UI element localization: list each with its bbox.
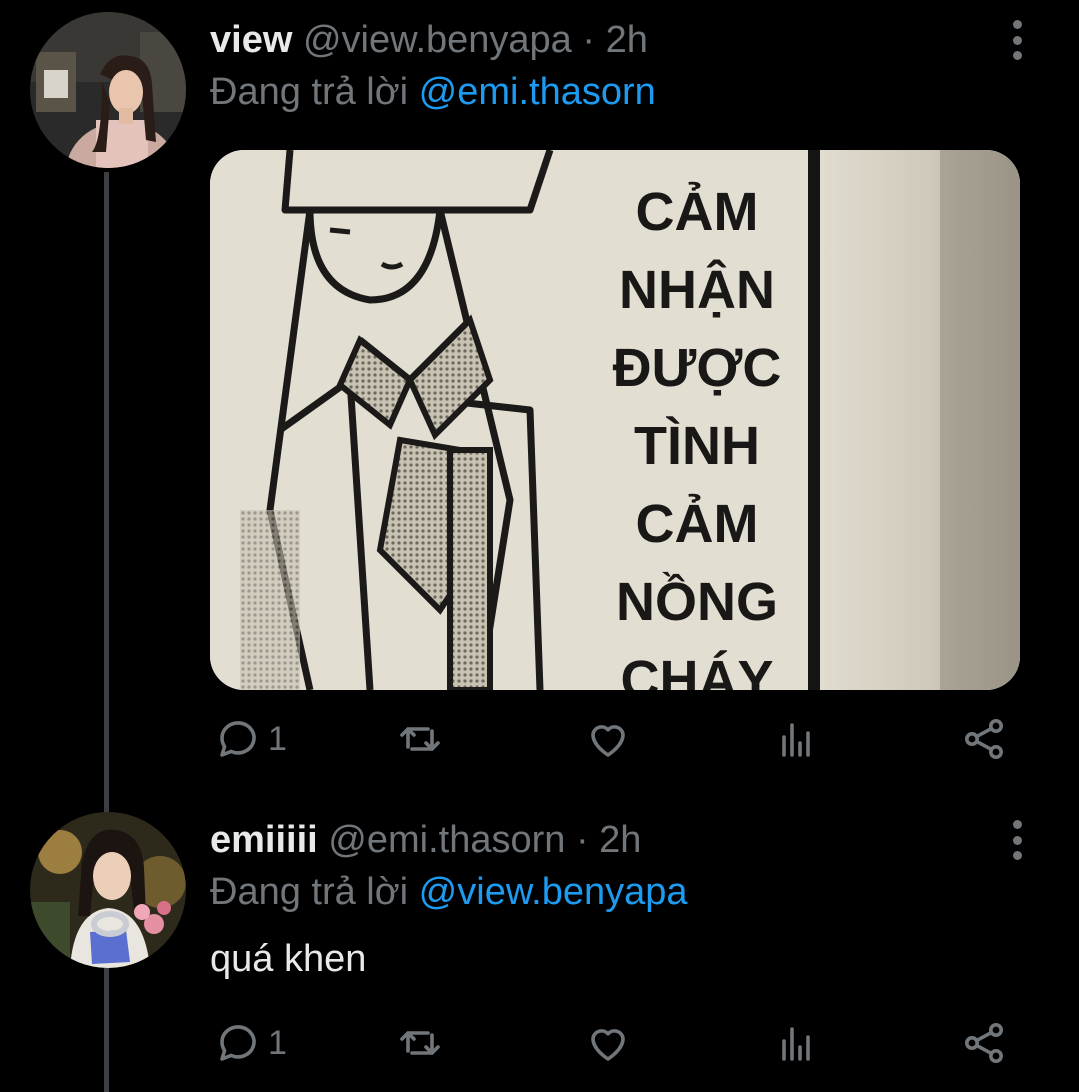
manga-text-line: ĐƯỢC — [613, 338, 782, 398]
share-icon — [965, 1023, 1003, 1063]
heart-icon — [591, 1029, 625, 1061]
share-button[interactable] — [960, 1018, 1008, 1068]
reply-count: 1 — [268, 1023, 287, 1062]
retweet-button[interactable] — [396, 1018, 444, 1068]
tweet-actions: 1 — [210, 714, 1020, 764]
tweet-actions: 1 — [210, 1018, 1020, 1068]
replying-to-label: Đang trả lời — [210, 871, 419, 913]
reply-button[interactable]: 1 — [214, 714, 287, 764]
manga-text-line: NHẬN — [619, 259, 775, 320]
reply-icon — [220, 1025, 256, 1061]
handle-and-time: @emi.thasorn · 2h — [328, 819, 642, 861]
mention-link[interactable]: @emi.thasorn — [419, 71, 656, 113]
retweet-button[interactable] — [396, 714, 444, 764]
avatar-view[interactable] — [30, 12, 186, 168]
tweet-header: emiiiii @emi.thasorn · 2h — [210, 818, 641, 862]
replying-to: Đang trả lời @emi.thasorn — [210, 70, 656, 114]
like-button[interactable] — [584, 714, 632, 764]
manga-text-line: CẢM — [636, 182, 759, 242]
reply-icon — [220, 721, 256, 757]
reply-count: 1 — [268, 719, 287, 758]
mention-link[interactable]: @view.benyapa — [419, 871, 688, 913]
display-name[interactable]: emiiiii — [210, 819, 318, 861]
more-options-icon[interactable] — [1000, 20, 1034, 60]
manga-text-line: NỒNG — [616, 572, 778, 632]
replying-to: Đang trả lời @view.benyapa — [210, 870, 688, 914]
views-button[interactable] — [772, 714, 820, 764]
replying-to-label: Đang trả lời — [210, 71, 419, 113]
tweet-header: view @view.benyapa · 2h — [210, 18, 648, 62]
tweet-text: quá khen — [210, 938, 367, 980]
manga-text-line: CHÁY — [620, 650, 773, 690]
retweet-icon — [400, 1031, 440, 1055]
manga-text-line: TÌNH — [634, 416, 760, 476]
views-icon — [782, 723, 810, 757]
handle-and-time: @view.benyapa · 2h — [302, 19, 648, 61]
manga-text-line: CẢM — [636, 494, 759, 554]
reply-button[interactable]: 1 — [214, 1018, 287, 1068]
heart-icon — [591, 725, 625, 757]
retweet-icon — [400, 727, 440, 751]
tweet-image[interactable]: CẢM NHẬN ĐƯỢC TÌNH CẢM NỒNG CHÁY — [210, 150, 1020, 690]
like-button[interactable] — [584, 1018, 632, 1068]
more-options-icon[interactable] — [1000, 820, 1034, 860]
views-button[interactable] — [772, 1018, 820, 1068]
share-icon — [965, 719, 1003, 759]
share-button[interactable] — [960, 714, 1008, 764]
avatar-emiiiii[interactable] — [30, 812, 186, 968]
display-name[interactable]: view — [210, 19, 292, 61]
views-icon — [782, 1027, 810, 1061]
